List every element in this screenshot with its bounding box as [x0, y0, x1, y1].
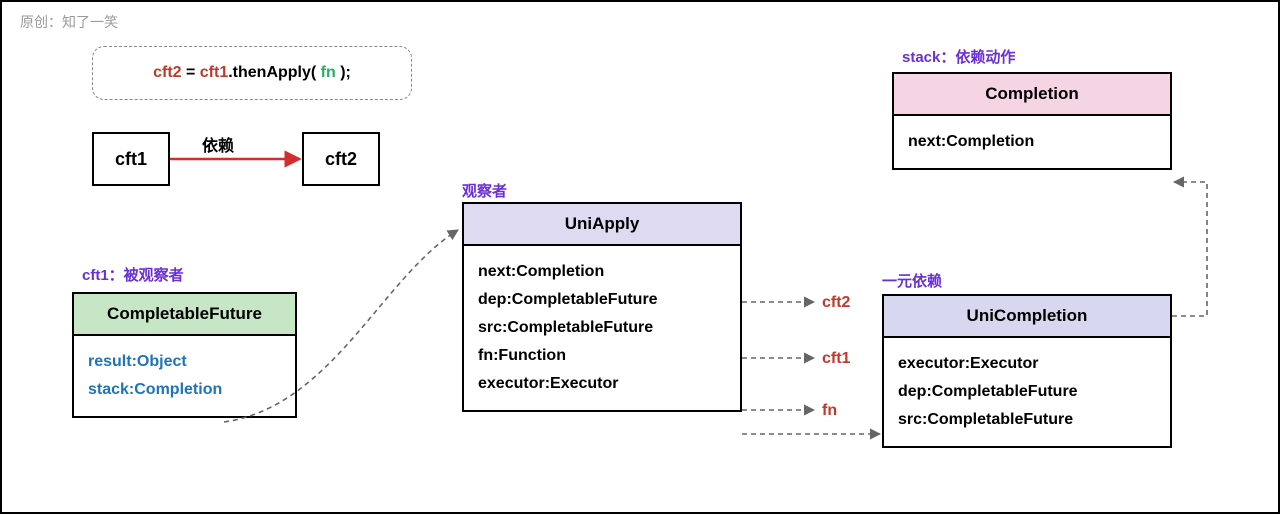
- class-completion: Completion next:Completion: [892, 72, 1172, 170]
- field-next: next:Completion: [478, 258, 726, 286]
- class-unicompletion: UniCompletion executor:Executor dep:Comp…: [882, 294, 1172, 448]
- field-executor: executor:Executor: [898, 350, 1156, 378]
- code-fn: fn: [321, 64, 336, 81]
- label-stack: stack：依赖动作: [902, 46, 1015, 67]
- watermark-text: 原创：知了一笑: [20, 12, 118, 32]
- code-eq: =: [182, 64, 200, 81]
- field-stack: stack:Completion: [88, 376, 281, 404]
- node-cft1: cft1: [92, 132, 170, 186]
- code-cft2: cft2: [153, 64, 181, 81]
- class-completablefuture: CompletableFuture result:Object stack:Co…: [72, 292, 297, 418]
- class-title: CompletableFuture: [74, 294, 295, 336]
- class-uniapply: UniApply next:Completion dep:Completable…: [462, 202, 742, 412]
- code-cft1: cft1: [200, 64, 228, 81]
- ref-cft2: cft2: [822, 294, 850, 312]
- class-body: executor:Executor dep:CompletableFuture …: [884, 338, 1170, 446]
- class-title: UniCompletion: [884, 296, 1170, 338]
- ref-cft1: cft1: [822, 350, 850, 368]
- label-cft1-observee: cft1：被观察者: [82, 264, 184, 285]
- label-unary-dep: 一元依赖: [882, 270, 942, 291]
- class-body: next:Completion dep:CompletableFuture sr…: [464, 246, 740, 410]
- class-title: UniApply: [464, 204, 740, 246]
- class-body: next:Completion: [894, 116, 1170, 168]
- field-dep: dep:CompletableFuture: [898, 378, 1156, 406]
- ref-fn: fn: [822, 402, 837, 420]
- label-observer: 观察者: [462, 180, 507, 201]
- field-src: src:CompletableFuture: [478, 314, 726, 342]
- dependency-label: 依赖: [202, 132, 234, 156]
- field-dep: dep:CompletableFuture: [478, 286, 726, 314]
- code-snippet: cft2 = cft1.thenApply( fn );: [92, 46, 412, 100]
- code-close: );: [336, 64, 351, 81]
- field-src: src:CompletableFuture: [898, 406, 1156, 434]
- field-executor: executor:Executor: [478, 370, 726, 398]
- field-result: result:Object: [88, 348, 281, 376]
- node-cft2: cft2: [302, 132, 380, 186]
- code-then: .thenApply(: [228, 64, 320, 81]
- class-body: result:Object stack:Completion: [74, 336, 295, 416]
- field-fn: fn:Function: [478, 342, 726, 370]
- field-next: next:Completion: [908, 128, 1156, 156]
- class-title: Completion: [894, 74, 1170, 116]
